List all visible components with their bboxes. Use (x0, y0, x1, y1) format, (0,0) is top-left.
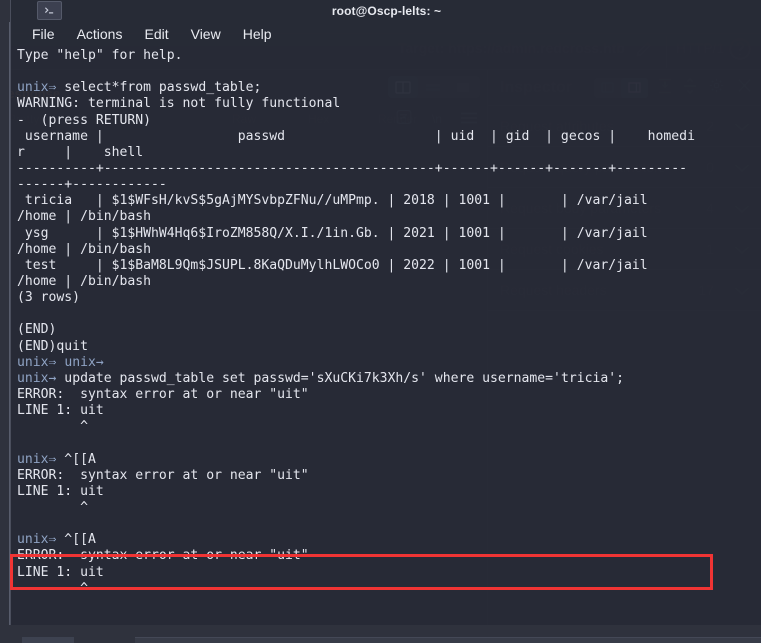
terminal-line: unix⇒ select*from passwd_table; (17, 80, 262, 96)
background-bottom-card (135, 637, 761, 643)
menu-view[interactable]: View (180, 24, 232, 44)
terminal-line: /home | /bin/bash (17, 209, 152, 225)
terminal-left-border (9, 22, 10, 625)
terminal-line: unix⇒ ^[[A (17, 451, 96, 467)
terminal-line: username | passwd | uid | gid | gecos | … (17, 128, 695, 144)
terminal-line: unix→ update passwd_table set passwd='sX… (17, 370, 625, 386)
terminal-line: tricia | $1$WFsH/kvS$5gAjMYSvbpZFNu//uMP… (17, 193, 648, 209)
terminal-line: ------+------------ (17, 177, 167, 193)
terminal-line: ERROR: syntax error at or near "uit" (17, 386, 309, 402)
terminal-titlebar[interactable]: root@Oscp-lelts: ~ (11, 0, 761, 22)
terminal-line: (3 rows) (17, 290, 81, 306)
terminal-line: test | $1$BaM8L9Qm$JSUPL.8KaQDuMylhLWOCo… (17, 257, 648, 273)
terminal-line: LINE 1: uit (17, 564, 104, 580)
terminal-line: ysg | $1$HWhW4Hq6$IroZM858Q/X.I./1in.Gb.… (17, 225, 648, 241)
terminal-line: ----------+-----------------------------… (17, 160, 688, 176)
terminal-line: LINE 1: uit (17, 483, 104, 499)
terminal-line: unix⇒ ^[[A (17, 532, 96, 548)
terminal-line: ERROR: syntax error at or near "uit" (17, 548, 309, 564)
terminal-line: ^ (17, 580, 88, 596)
terminal-title: root@Oscp-lelts: ~ (331, 4, 442, 18)
terminal-tab-icon[interactable] (37, 1, 62, 20)
screenshot-root: Target: https://admin.redcross.htb HTTP/… (0, 0, 761, 643)
terminal-line: (END) (17, 322, 57, 338)
terminal-window: root@Oscp-lelts: ~ File Actions Edit Vie… (10, 0, 761, 625)
terminal-line: LINE 1: uit (17, 403, 104, 419)
terminal-menubar: File Actions Edit View Help (11, 22, 761, 46)
terminal-output[interactable]: Type "help" for help. unix⇒ select*from … (11, 46, 761, 598)
terminal-line: - (press RETURN) (17, 112, 152, 128)
terminal-line: unix⇒ unix→ (17, 354, 104, 370)
background-bottom-tab[interactable] (22, 637, 74, 643)
terminal-line: ^ (17, 419, 88, 435)
terminal-line: r | shell (17, 144, 144, 160)
terminal-line: /home | /bin/bash (17, 241, 152, 257)
terminal-line: /home | /bin/bash (17, 273, 152, 289)
terminal-line: (END)quit (17, 338, 88, 354)
terminal-line: ERROR: syntax error at or near "uit" (17, 467, 309, 483)
terminal-line: ^ (17, 499, 88, 515)
menu-help[interactable]: Help (232, 24, 283, 44)
terminal-line: Type "help" for help. (17, 48, 183, 63)
terminal-line: WARNING: terminal is not fully functiona… (17, 96, 341, 112)
menu-edit[interactable]: Edit (133, 24, 179, 44)
menu-file[interactable]: File (21, 24, 66, 44)
menu-actions[interactable]: Actions (66, 24, 134, 44)
